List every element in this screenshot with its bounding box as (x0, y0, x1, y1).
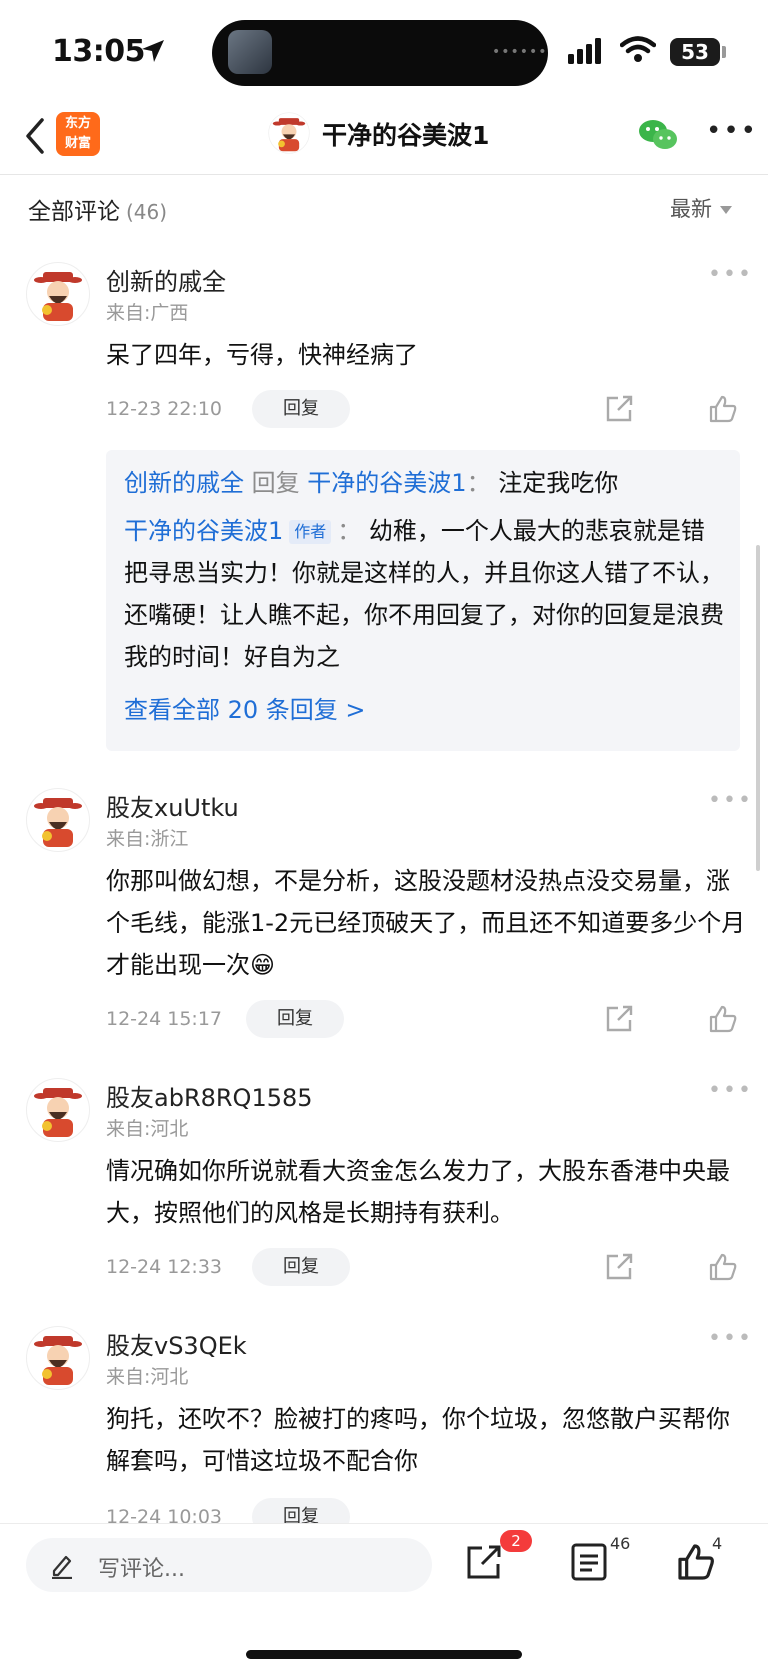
sort-label: 最新 (670, 197, 712, 221)
avatar-icon (34, 798, 82, 847)
like-icon[interactable] (708, 394, 738, 424)
dynamic-island: •••••• (212, 20, 548, 86)
home-indicator[interactable] (246, 1650, 522, 1659)
wifi-icon (620, 36, 656, 62)
avatar-icon (34, 1336, 82, 1385)
share-icon[interactable] (604, 1004, 634, 1034)
comment-timestamp: 12-24 12:33 (106, 1256, 223, 1278)
reply-separator: ： (337, 517, 362, 545)
reply-from-user[interactable]: 创新的戚全 (124, 469, 244, 497)
comment-content: 呆了四年，亏得，快神经病了 (106, 341, 418, 369)
pen-icon (52, 1555, 72, 1579)
scrollbar[interactable] (756, 545, 760, 871)
island-indicator: •••••• (492, 44, 548, 60)
comment-input[interactable]: 写评论... (26, 1538, 432, 1592)
battery-tip (722, 46, 726, 58)
comment-username[interactable]: 创新的戚全 (106, 262, 226, 297)
header-avatar-icon (268, 112, 310, 154)
reply-verb: 回复 (251, 469, 300, 497)
battery-indicator: 53 (670, 38, 720, 66)
like-icon[interactable] (708, 1004, 738, 1034)
avatar[interactable] (26, 788, 90, 852)
comment-username[interactable]: 股友xuUtku (106, 788, 239, 823)
share-badge: 2 (500, 1530, 532, 1552)
comments-title-text: 全部评论 (28, 199, 120, 225)
author-badge: 作者 (289, 520, 332, 544)
more-icon[interactable]: ••• (708, 262, 753, 287)
share-icon[interactable] (604, 394, 634, 424)
reply-separator: ： (466, 469, 491, 497)
more-icon[interactable]: ••• (708, 1326, 753, 1351)
location-arrow-icon (142, 40, 164, 62)
more-icon[interactable]: ••• (708, 1078, 753, 1103)
comment-list-icon[interactable] (570, 1542, 608, 1582)
sort-dropdown[interactable]: 最新 (670, 193, 732, 223)
comment-region: 来自:河北 (106, 1118, 189, 1140)
share-icon[interactable] (604, 1252, 634, 1282)
like-icon[interactable] (708, 1252, 738, 1282)
status-time: 13:05 (52, 34, 146, 69)
avatar[interactable] (26, 1078, 90, 1142)
app-logo-line2: 财富 (64, 136, 91, 151)
avatar[interactable] (26, 262, 90, 326)
reply-button[interactable]: 回复 (252, 390, 350, 428)
app-logo[interactable]: 东方 财富 (56, 112, 100, 156)
bottom-bar: 写评论... 2 46 4 (0, 1523, 768, 1666)
comment-region: 来自:浙江 (106, 828, 189, 850)
comment-username[interactable]: 股友vS3QEk (106, 1326, 247, 1361)
comment-region: 来自:广西 (106, 302, 189, 324)
comment-username[interactable]: 股友abR8RQ1585 (106, 1078, 313, 1113)
avatar[interactable] (26, 1326, 90, 1390)
reply-line: 创新的戚全 回复 干净的谷美波1： 注定我吃你 (124, 462, 724, 504)
more-icon[interactable]: ••• (706, 116, 758, 146)
comment-input-placeholder: 写评论... (98, 1557, 185, 1582)
more-icon[interactable]: ••• (708, 788, 753, 813)
replies-box: 创新的戚全 回复 干净的谷美波1： 注定我吃你 干净的谷美波1 作者： 幼稚，一个… (106, 450, 740, 751)
comment-region: 来自:河北 (106, 1366, 189, 1388)
wechat-icon[interactable] (638, 118, 678, 152)
comments-title: 全部评论 (46) (28, 192, 167, 226)
nav-header: 东方 财富 干净的谷美波1 ••• (0, 100, 768, 175)
page-title: 干净的谷美波1 (322, 121, 490, 150)
reply-button[interactable]: 回复 (246, 1000, 344, 1038)
avatar-icon (34, 1088, 82, 1137)
comment-content: 狗托，还吹不？脸被打的疼吗，你个垃圾，忽悠散户买帮你解套吗，可惜这垃圾不配合你 (106, 1405, 730, 1475)
like-count: 4 (712, 1534, 723, 1553)
view-all-replies-link[interactable]: 查看全部 20 条回复 > (124, 690, 366, 725)
signal-icon (568, 38, 601, 64)
share-icon[interactable] (464, 1542, 504, 1582)
reply-text: 注定我吃你 (498, 469, 619, 497)
caret-down-icon (720, 206, 732, 214)
island-thumbnail (228, 30, 272, 74)
comment-timestamp: 12-24 15:17 (106, 1008, 223, 1030)
status-bar: 13:05 •••••• 53 (0, 0, 768, 100)
comment-count: 46 (610, 1534, 631, 1553)
comment-content: 你那叫做幻想，不是分析，这股没题材没热点没交易量，涨个毛线，能涨1-2元已经顶破… (106, 867, 746, 979)
comments-count: (46) (126, 200, 168, 224)
reply-from-user[interactable]: 干净的谷美波1 (124, 517, 283, 545)
reply-button[interactable]: 回复 (252, 1248, 350, 1286)
author-reply-line: 干净的谷美波1 作者： 幼稚，一个人最大的悲哀就是错把寻思当实力！你就是这样的人，… (124, 510, 724, 678)
reply-to-user[interactable]: 干净的谷美波1 (307, 469, 466, 497)
like-icon[interactable] (676, 1542, 716, 1582)
comment-content: 情况确如你所说就看大资金怎么发力了，大股东香港中央最大，按照他们的风格是长期持有… (106, 1157, 730, 1227)
comment-timestamp: 12-23 22:10 (106, 398, 223, 420)
app-logo-line1: 东方 (64, 116, 91, 131)
avatar-icon (34, 272, 82, 321)
back-icon[interactable] (22, 116, 46, 156)
